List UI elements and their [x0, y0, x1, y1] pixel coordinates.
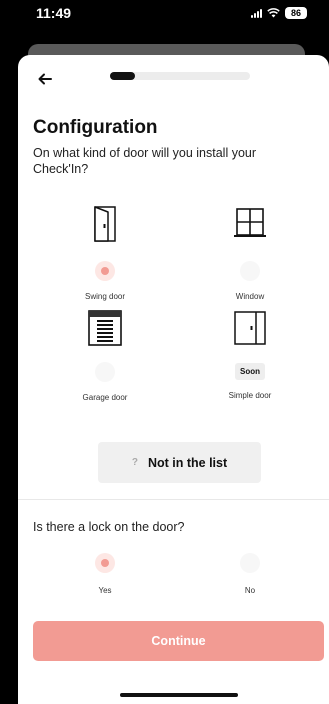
option-window[interactable]: Window [190, 204, 310, 301]
option-garage-door[interactable]: Garage door [45, 308, 165, 402]
lock-question: Is there a lock on the door? [33, 520, 185, 534]
swing-door-icon [94, 204, 116, 244]
configuration-sheet: Configuration On what kind of door will … [18, 55, 329, 704]
progress-bar [110, 72, 250, 80]
garage-door-icon [88, 308, 122, 348]
not-in-list-label: Not in the list [147, 455, 228, 470]
option-lock-no[interactable]: No [190, 553, 310, 595]
signal-icon [251, 8, 262, 18]
home-indicator [120, 693, 238, 697]
garage-door-radio[interactable] [95, 362, 115, 382]
question-mark-icon: ? [131, 457, 138, 468]
page-title: Configuration [33, 117, 158, 138]
continue-button[interactable]: Continue [33, 621, 324, 661]
window-icon [233, 204, 267, 244]
swing-door-label: Swing door [84, 292, 126, 301]
arrow-left-icon [38, 73, 52, 85]
status-time: 11:49 [36, 5, 72, 21]
back-button[interactable] [33, 67, 57, 91]
progress-fill [110, 72, 136, 80]
not-in-list-button[interactable]: ? Not in the list [98, 442, 261, 483]
option-swing-door[interactable]: Swing door [45, 204, 165, 301]
page-subtitle: On what kind of door will you install yo… [33, 146, 257, 176]
lock-yes-radio[interactable] [95, 553, 115, 573]
window-label: Window [235, 292, 265, 301]
battery-icon: 86 [285, 7, 307, 19]
garage-door-label: Garage door [82, 393, 128, 402]
soon-badge: Soon [235, 363, 265, 380]
status-bar: 11:49 86 [0, 0, 329, 44]
simple-door-icon [233, 308, 267, 348]
lock-no-radio[interactable] [240, 553, 260, 573]
lock-yes-label: Yes [98, 586, 112, 595]
window-radio[interactable] [240, 261, 260, 281]
simple-door-label: Simple door [228, 391, 272, 400]
swing-door-radio[interactable] [95, 261, 115, 281]
lock-no-label: No [244, 586, 256, 595]
status-icons: 86 [251, 7, 307, 19]
divider [18, 499, 329, 500]
option-simple-door: Soon Simple door [190, 308, 310, 400]
option-lock-yes[interactable]: Yes [45, 553, 165, 595]
wifi-icon [267, 8, 280, 18]
